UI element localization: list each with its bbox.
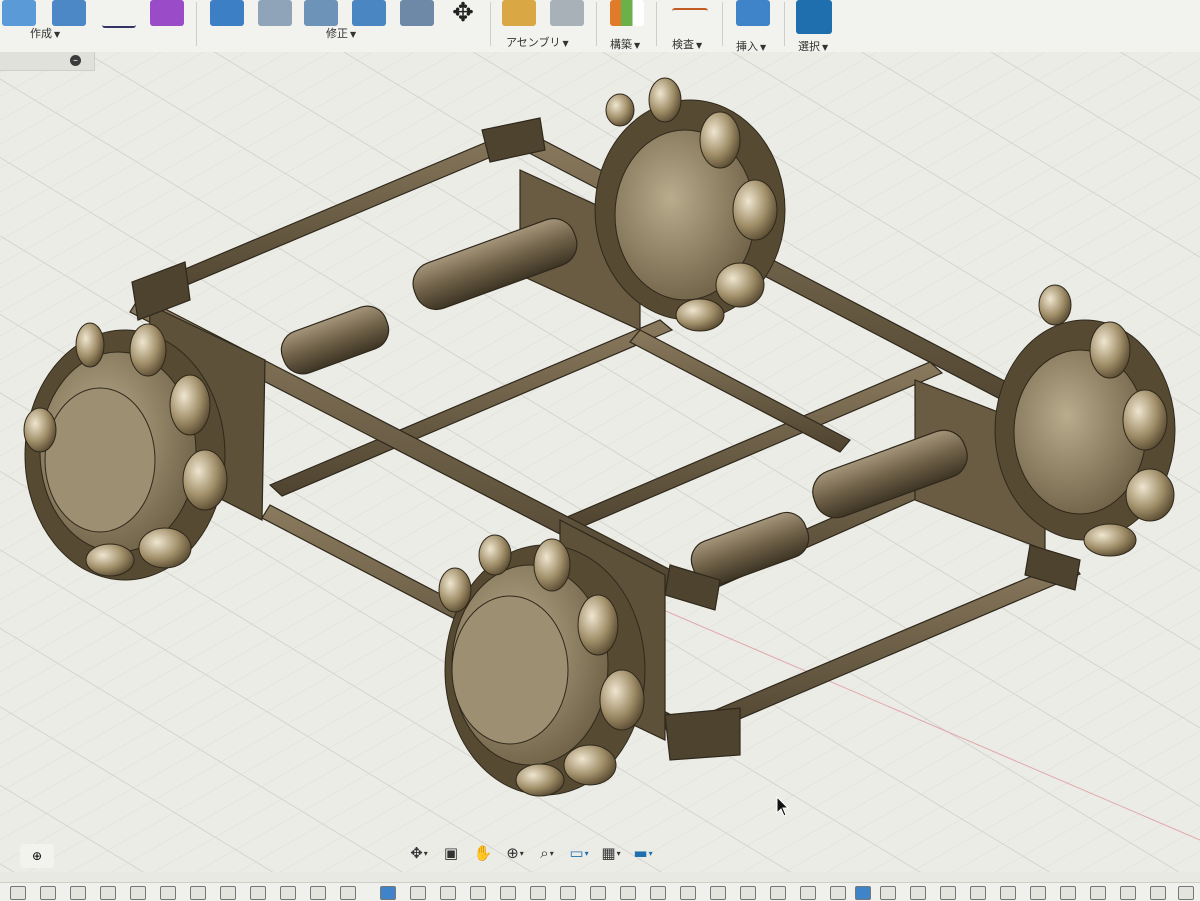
chevron-down-icon: ▼ — [696, 41, 703, 50]
move-icon[interactable]: ✥ — [446, 0, 480, 26]
timeline-feature[interactable] — [1000, 886, 1016, 900]
timeline-feature[interactable] — [70, 886, 86, 900]
chevron-down-icon: ▼ — [54, 30, 61, 39]
chevron-down-icon: ▼ — [562, 39, 569, 48]
toolbar-divider — [490, 2, 491, 46]
timeline-feature[interactable] — [40, 886, 56, 900]
timeline-feature[interactable] — [830, 886, 846, 900]
timeline-feature[interactable] — [470, 886, 486, 900]
timeline-feature[interactable] — [650, 886, 666, 900]
modify-menu-label: 修正 — [326, 27, 348, 40]
toolbar-divider — [784, 2, 785, 46]
timeline-feature[interactable] — [590, 886, 606, 900]
assemble-menu[interactable]: アセンブリ ▼ — [506, 34, 569, 50]
timeline-feature[interactable] — [130, 886, 146, 900]
measure-icon[interactable] — [672, 8, 708, 22]
timeline-feature[interactable] — [1178, 886, 1194, 900]
inspect-menu[interactable]: 検査 ▼ — [672, 36, 702, 52]
timeline-feature[interactable] — [970, 886, 986, 900]
inspect-menu-label: 検査 — [672, 38, 694, 51]
timeline-feature[interactable] — [1060, 886, 1076, 900]
timeline-feature[interactable] — [710, 886, 726, 900]
modify-menu[interactable]: 修正 ▼ — [326, 25, 356, 41]
fillet-icon[interactable] — [258, 0, 292, 26]
construct-menu[interactable]: 構築 ▼ — [610, 36, 640, 52]
timeline-feature[interactable] — [310, 886, 326, 900]
corner-bracket — [664, 707, 741, 761]
timeline-feature[interactable] — [340, 886, 356, 900]
timeline-feature[interactable] — [220, 886, 236, 900]
comments-add-button[interactable]: ⊕ — [20, 844, 54, 868]
shell-icon[interactable] — [304, 0, 338, 26]
chevron-down-icon: ▼ — [760, 43, 767, 52]
assemble-menu-label: アセンブリ — [506, 36, 561, 49]
toolbar-divider — [656, 2, 657, 46]
zoom-icon[interactable]: ⊕ ▾ — [501, 842, 529, 864]
viewports-icon[interactable]: ▬ ▾ — [629, 842, 657, 864]
display-settings-icon[interactable]: ▭ ▾ — [565, 842, 593, 864]
new-component-icon[interactable] — [502, 0, 536, 26]
timeline-feature[interactable] — [770, 886, 786, 900]
timeline-feature[interactable] — [280, 886, 296, 900]
chevron-down-icon: ▼ — [822, 43, 829, 52]
timeline-feature[interactable] — [1090, 886, 1106, 900]
create-form-icon[interactable] — [150, 0, 184, 26]
timeline-feature[interactable] — [620, 886, 636, 900]
timeline-feature[interactable] — [680, 886, 696, 900]
sketch-dimension-icon[interactable] — [102, 0, 136, 28]
create-menu-label: 作成 — [30, 27, 52, 40]
timeline-feature[interactable] — [250, 886, 266, 900]
timeline-feature[interactable] — [910, 886, 926, 900]
look-at-icon[interactable]: ▣ — [437, 842, 465, 864]
joint-icon[interactable] — [550, 0, 584, 26]
timeline-feature[interactable] — [1030, 886, 1046, 900]
timeline-feature[interactable] — [1120, 886, 1136, 900]
browser-panel-header: – — [0, 52, 95, 71]
chevron-down-icon: ▼ — [350, 30, 357, 39]
timeline-feature[interactable] — [190, 886, 206, 900]
chevron-down-icon: ▼ — [634, 41, 641, 50]
timeline-feature[interactable] — [880, 886, 896, 900]
create-sphere-icon[interactable] — [52, 0, 86, 26]
collapse-icon[interactable]: – — [70, 55, 81, 66]
pan-icon[interactable]: ✋ — [469, 842, 497, 864]
insert-image-icon[interactable] — [736, 0, 770, 26]
align-icon[interactable] — [400, 0, 434, 26]
press-pull-icon[interactable] — [210, 0, 244, 26]
select-cursor-icon[interactable] — [796, 0, 832, 34]
timeline-feature[interactable] — [1150, 886, 1166, 900]
create-menu[interactable]: 作成 ▼ — [30, 25, 60, 41]
canvas-viewport[interactable] — [0, 52, 1200, 872]
orbit-icon[interactable]: ✥ ▾ — [405, 842, 433, 864]
timeline-feature[interactable] — [380, 886, 396, 900]
timeline-feature[interactable] — [740, 886, 756, 900]
timeline-feature[interactable] — [440, 886, 456, 900]
timeline-feature[interactable] — [560, 886, 576, 900]
mouse-cursor-icon — [776, 796, 790, 817]
timeline-feature[interactable] — [10, 886, 26, 900]
toolbar-divider — [196, 2, 197, 46]
timeline-feature[interactable] — [855, 886, 871, 900]
timeline-feature[interactable] — [160, 886, 176, 900]
fit-icon[interactable]: ⌕ ▾ — [533, 842, 561, 864]
timeline-feature[interactable] — [410, 886, 426, 900]
toolbar: 作成 ▼ ✥ 修正 ▼ アセンブリ ▼ 構築 ▼ 検査 ▼ 挿入 ▼ 選択 ▼ — [0, 0, 1200, 53]
timeline-bar — [0, 882, 1200, 901]
timeline-feature[interactable] — [100, 886, 116, 900]
timeline-feature[interactable] — [530, 886, 546, 900]
navigation-bar: ✥ ▾ ▣ ✋ ⊕ ▾ ⌕ ▾ ▭ ▾ ▦ ▾ ▬ ▾ — [405, 840, 657, 866]
toolbar-divider — [722, 2, 723, 46]
create-box-icon[interactable] — [2, 0, 36, 26]
toolbar-divider — [596, 2, 597, 46]
plus-circle-icon: ⊕ — [31, 849, 43, 863]
timeline-feature[interactable] — [800, 886, 816, 900]
timeline-feature[interactable] — [500, 886, 516, 900]
combine-icon[interactable] — [352, 0, 386, 26]
grid-settings-icon[interactable]: ▦ ▾ — [597, 842, 625, 864]
construct-menu-label: 構築 — [610, 38, 632, 51]
offset-plane-icon[interactable] — [610, 0, 644, 26]
timeline-feature[interactable] — [940, 886, 956, 900]
